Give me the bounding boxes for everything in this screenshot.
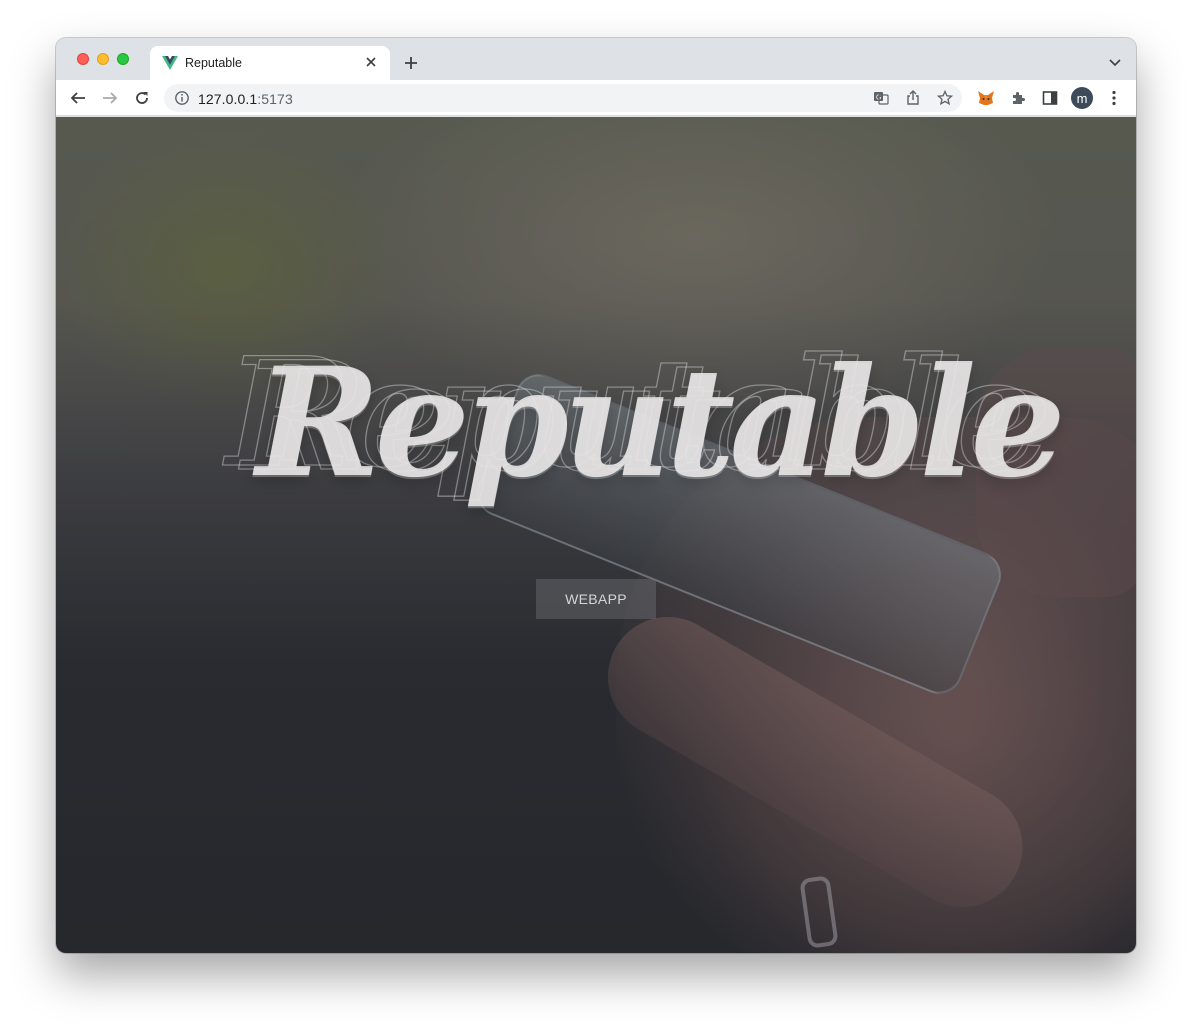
- translate-icon[interactable]: G: [872, 89, 890, 107]
- url-port: :5173: [257, 91, 293, 107]
- kebab-menu-icon[interactable]: [1104, 88, 1124, 108]
- tab-strip: Reputable: [56, 38, 1136, 80]
- hero-section: Reputable Reputable Reputable WEBAPP: [56, 117, 1136, 953]
- fox-icon[interactable]: [976, 88, 996, 108]
- webapp-button[interactable]: WEBAPP: [536, 579, 656, 619]
- star-icon[interactable]: [936, 89, 954, 107]
- logo: Reputable Reputable Reputable: [225, 307, 1065, 567]
- close-window-button[interactable]: [77, 53, 89, 65]
- side-panel-icon[interactable]: [1040, 88, 1060, 108]
- address-bar[interactable]: 127.0.0.1:5173 G: [164, 84, 962, 112]
- url-host: 127.0.0.1: [198, 91, 258, 107]
- reload-icon[interactable]: [130, 86, 154, 110]
- arrow-left-icon[interactable]: [66, 86, 90, 110]
- tab-reputable[interactable]: Reputable: [150, 46, 390, 80]
- share-icon[interactable]: [904, 89, 922, 107]
- url-text[interactable]: 127.0.0.1:5173: [198, 91, 293, 107]
- chevron-down-icon[interactable]: [1106, 54, 1124, 72]
- zoom-window-button[interactable]: [117, 53, 129, 65]
- arrow-right-icon[interactable]: [98, 86, 122, 110]
- browser-window: Reputable 127.0.0.1:5173 G m Reputable R…: [56, 38, 1136, 953]
- minimize-window-button[interactable]: [97, 53, 109, 65]
- browser-toolbar: 127.0.0.1:5173 G m: [56, 80, 1136, 116]
- logo-text: Reputable: [256, 335, 1066, 511]
- vue-logo-icon: [162, 55, 178, 71]
- info-icon[interactable]: [174, 90, 190, 106]
- tab-title: Reputable: [185, 56, 242, 70]
- avatar[interactable]: m: [1071, 87, 1093, 109]
- close-icon[interactable]: [362, 53, 380, 71]
- plus-icon[interactable]: [400, 52, 422, 74]
- puzzle-icon[interactable]: [1008, 88, 1028, 108]
